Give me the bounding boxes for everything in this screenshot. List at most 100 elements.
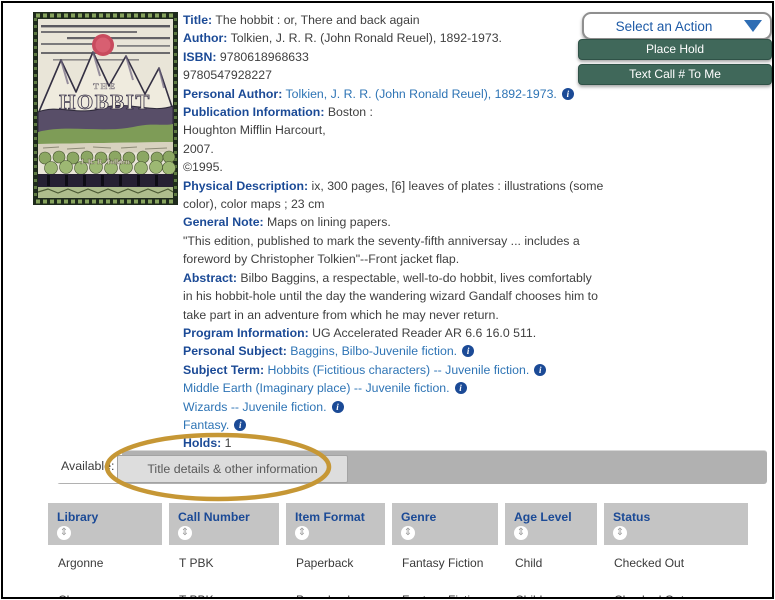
detail-link[interactable]: Middle Earth (Imaginary place) -- Juveni… [183,381,450,395]
detail-line: ISBN: 9780618968633 [183,48,583,66]
detail-label: Program Information: [183,325,309,340]
column-header-label: Library [57,510,99,524]
detail-label: Holds: [183,436,222,451]
info-icon[interactable]: i [331,400,344,413]
detail-label: Personal Subject: [183,344,287,359]
action-buttons: Place Hold Text Call # To Me [578,39,772,89]
detail-line: General Note: Maps on lining papers. [183,213,583,231]
table-cell: Paperback [286,582,385,597]
detail-line: Wizards -- Juvenile fiction. i [183,398,583,416]
column-header-status[interactable]: Status ⇕ [604,503,748,545]
sort-updown-icon[interactable]: ⇕ [178,526,192,540]
table-cell: Fantasy Fiction [392,582,498,597]
detail-line: 2007. [183,140,583,158]
select-action-dropdown[interactable]: Select an Action [582,12,772,40]
info-icon[interactable]: i [234,418,247,431]
detail-line: "This edition, published to mark the sev… [183,232,583,250]
column-header-label: Genre [401,510,437,524]
table-cell: Fantasy Fiction [402,556,484,570]
detail-text: in his hobbit-hole until the day the wan… [183,289,598,304]
detail-text: "This edition, published to mark the sev… [183,233,580,248]
detail-label: Title: [183,13,213,27]
info-icon[interactable]: i [534,363,547,376]
column-header-label: Item Format [295,510,365,524]
table-cell: Paperback [296,556,354,570]
table-row: Argonne T PBK Paperback Fantasy Fiction Chil… [48,545,758,582]
detail-text: 1 [221,436,232,451]
column-header-library[interactable]: Library ⇕ [48,503,162,545]
cover-author: J. R. R. Tolkien [80,157,130,166]
cover-title-hobbit: HOBBIT [59,90,151,114]
table-cell: Checked Out [604,582,748,597]
detail-link[interactable]: Wizards -- Juvenile fiction. [183,400,327,414]
detail-label: General Note: [183,215,264,230]
detail-link[interactable]: Fantasy. [183,418,229,432]
detail-label: Personal Author: [183,86,283,101]
detail-text: 9780618968633 [216,49,309,64]
detail-link[interactable]: Tolkien, J. R. R. (John Ronald Reuel), 1… [282,87,556,101]
table-body: Argonne T PBK Paperback Fantasy Fiction Chil… [48,545,758,597]
table-cell: Chaney [48,582,162,597]
sort-updown-icon[interactable]: ⇕ [57,526,71,540]
table-header-row: Library ⇕ Call Number ⇕ Item Format ⇕ Genre ⇕ Ag… [48,503,758,545]
detail-line: take part in an adventure from which he … [183,306,583,324]
column-header-label: Call Number [178,510,250,524]
detail-line: Houghton Mifflin Harcourt, [183,121,583,139]
sort-updown-icon[interactable]: ⇕ [613,526,627,540]
detail-line: Author: Tolkien, J. R. R. (John Ronald R… [183,29,583,47]
detail-line: Program Information: UG Accelerated Read… [183,324,583,342]
tab-available[interactable]: Available: [57,450,122,483]
table-row: Chaney T PBK Paperback Fantasy Fiction Child… [48,582,758,597]
detail-label: Publication Information: [183,105,325,120]
detail-label: ISBN: [183,49,217,64]
column-header-age-level[interactable]: Age Level ⇕ [505,503,597,545]
column-header-label: Age Level [514,510,572,524]
column-header-item-format[interactable]: Item Format ⇕ [286,503,385,545]
detail-text: UG Accelerated Reader AR 6.6 16.0 511. [308,325,537,340]
catalog-detail-page: THE HOBBIT J. R. R. Tolkien Title: The h… [1,1,774,599]
detail-text: Tolkien, J. R. R. (John Ronald Reuel), 1… [227,31,502,46]
column-header-genre[interactable]: Genre ⇕ [392,503,498,545]
detail-line: Middle Earth (Imaginary place) -- Juveni… [183,379,583,397]
detail-text: The hobbit : or, There and back again [212,13,420,27]
detail-text: Maps on lining papers. [263,215,391,230]
text-call-number-button[interactable]: Text Call # To Me [578,64,772,85]
detail-line: Subject Term: Hobbits (Fictitious charac… [183,361,583,379]
detail-text: Bilbo Baggins, a respectable, well-to-do… [236,270,592,285]
info-icon[interactable]: i [454,382,467,395]
table-cell: Argonne [58,556,104,570]
detail-text: 9780547928227 [183,68,272,83]
detail-label: Physical Description: [183,178,309,193]
detail-text: Boston : [324,105,373,120]
sort-updown-icon[interactable]: ⇕ [295,526,309,540]
detail-line: 9780547928227 [183,66,583,84]
column-header-call-number[interactable]: Call Number ⇕ [169,503,279,545]
detail-line: in his hobbit-hole until the day the wan… [183,287,598,305]
table-cell: T PBK [179,556,214,570]
table-cell: Child [505,582,597,597]
detail-text: 2007. [183,141,214,156]
detail-line: Publication Information: Boston : [183,103,583,121]
table-cell: Child [515,556,543,570]
column-header-label: Status [613,510,651,524]
detail-line: foreword by Christopher Tolkien"--Front … [183,250,583,268]
place-hold-button[interactable]: Place Hold [578,39,772,60]
detail-label: Subject Term: [183,362,265,377]
info-icon[interactable]: i [462,345,475,358]
book-cover: THE HOBBIT J. R. R. Tolkien [33,12,178,205]
detail-link[interactable]: Hobbits (Fictitious characters) -- Juven… [264,363,530,377]
detail-line: Personal Subject: Baggins, Bilbo-Juvenil… [183,342,583,360]
sort-updown-icon[interactable]: ⇕ [514,526,528,540]
sort-updown-icon[interactable]: ⇕ [401,526,415,540]
select-action-label: Select an Action [615,18,713,34]
tab-title-details[interactable]: Title details & other information [117,455,348,483]
book-details: Title: The hobbit : or, There and back a… [183,11,603,453]
detail-text: color), color maps ; 23 cm [183,197,325,212]
detail-text: take part in an adventure from which he … [183,307,499,322]
detail-text: foreword by Christopher Tolkien"--Front … [183,252,460,267]
detail-text: ©1995. [183,160,223,175]
detail-line: Abstract: Bilbo Baggins, a respectable, … [183,269,592,287]
detail-link[interactable]: Baggins, Bilbo-Juvenile fiction. [287,344,457,358]
info-icon[interactable]: i [561,87,574,100]
detail-text: ix, 300 pages, [6] leaves of plates : il… [308,178,604,193]
